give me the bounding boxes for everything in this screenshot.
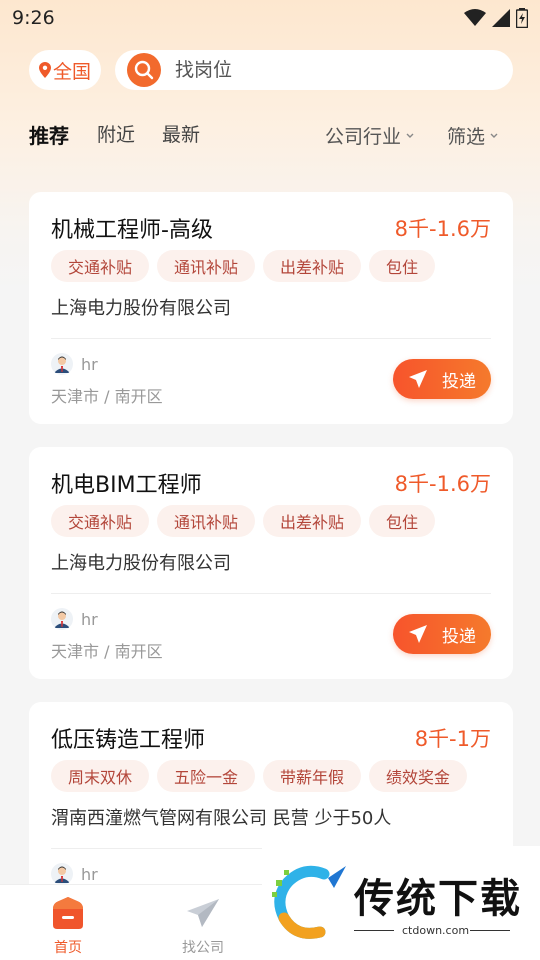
hr-label: hr: [81, 864, 98, 884]
person-icon: [54, 611, 70, 628]
watermark-rule: [354, 930, 394, 931]
tab-recommend[interactable]: 推荐: [29, 120, 69, 149]
apply-button[interactable]: 投递: [393, 614, 491, 654]
job-tags: 周末双休 五险一金 带薪年假 绩效奖金: [51, 760, 491, 792]
job-title: 低压铸造工程师: [51, 728, 206, 753]
job-tags: 交通补贴 通讯补贴 出差补贴 包住: [51, 250, 491, 282]
watermark-title: 传统下载: [354, 876, 522, 922]
battery-icon: [516, 8, 528, 28]
search-input[interactable]: [175, 59, 475, 81]
nav-home-label: 首页: [54, 940, 82, 956]
job-tags: 交通补贴 通讯补贴 出差补贴 包住: [51, 505, 491, 537]
chevron-down-icon: [490, 133, 498, 138]
location-pin-icon: [38, 62, 51, 78]
hr-label: hr: [81, 354, 98, 374]
job-tag: 出差补贴: [263, 505, 362, 537]
person-icon: [54, 356, 70, 373]
industry-filter-label: 公司行业: [325, 126, 402, 148]
job-location: 天津市 / 南开区: [51, 642, 163, 661]
person-icon: [54, 866, 70, 883]
job-location: 天津市 / 南开区: [51, 387, 163, 406]
send-icon: [409, 625, 427, 643]
avatar: [51, 863, 73, 885]
job-card[interactable]: 机械工程师-高级 8千-1.6万 交通补贴 通讯补贴 出差补贴 包住 上海电力股…: [29, 192, 513, 424]
job-card[interactable]: 机电BIM工程师 8千-1.6万 交通补贴 通讯补贴 出差补贴 包住 上海电力股…: [29, 447, 513, 679]
apply-label: 投递: [442, 371, 476, 392]
paper-plane-icon: [187, 899, 219, 927]
search-button[interactable]: [127, 53, 161, 87]
search-row: 全国: [29, 50, 513, 90]
status-bar: 9:26: [0, 0, 540, 36]
chevron-down-icon: [406, 133, 414, 138]
job-tag: 五险一金: [157, 760, 256, 792]
nav-companies[interactable]: 找公司: [163, 897, 243, 957]
signal-icon: [492, 9, 510, 27]
apply-label: 投递: [442, 626, 476, 647]
job-salary: 8千-1万: [414, 727, 491, 751]
watermark: 传统下载 ctdown.com: [262, 846, 540, 960]
watermark-url: ctdown.com: [402, 924, 470, 937]
filter-dropdown[interactable]: 筛选: [447, 122, 499, 149]
tab-bar: 推荐 附近 最新 公司行业 筛选: [29, 120, 511, 152]
location-label: 全国: [52, 60, 91, 83]
job-tag: 交通补贴: [51, 505, 150, 537]
job-title: 机电BIM工程师: [51, 473, 202, 498]
company-name: 渭南西潼燃气管网有限公司 民营 少于50人: [51, 808, 392, 829]
apply-button[interactable]: 投递: [393, 359, 491, 399]
job-title: 机械工程师-高级: [51, 218, 213, 243]
avatar: [51, 608, 73, 630]
watermark-logo: [272, 865, 346, 939]
job-salary: 8千-1.6万: [394, 217, 491, 241]
job-tag: 包住: [369, 505, 436, 537]
tab-latest[interactable]: 最新: [162, 120, 200, 147]
status-time: 9:26: [12, 7, 55, 29]
job-tag: 通讯补贴: [157, 505, 256, 537]
job-tag: 包住: [369, 250, 436, 282]
nav-home[interactable]: 首页: [28, 897, 108, 957]
wifi-icon: [464, 9, 486, 26]
status-icons: [464, 8, 528, 28]
hr-info: hr: [51, 863, 98, 885]
job-tag: 绩效奖金: [369, 760, 468, 792]
tab-nearby[interactable]: 附近: [97, 120, 135, 147]
job-salary: 8千-1.6万: [394, 472, 491, 496]
filter-label: 筛选: [447, 126, 486, 148]
home-icon: [53, 897, 83, 929]
avatar: [51, 353, 73, 375]
job-tag: 通讯补贴: [157, 250, 256, 282]
job-tag: 周末双休: [51, 760, 150, 792]
job-tag: 交通补贴: [51, 250, 150, 282]
hr-info: hr: [51, 608, 98, 630]
watermark-rule: [470, 930, 510, 931]
location-selector[interactable]: 全国: [29, 50, 101, 90]
company-name: 上海电力股份有限公司: [51, 298, 231, 319]
hr-info: hr: [51, 353, 98, 375]
send-icon: [409, 370, 427, 388]
search-icon: [134, 60, 154, 80]
search-box[interactable]: [115, 50, 513, 90]
company-name: 上海电力股份有限公司: [51, 553, 231, 574]
job-tag: 出差补贴: [263, 250, 362, 282]
industry-filter[interactable]: 公司行业: [325, 122, 415, 149]
nav-companies-label: 找公司: [182, 940, 224, 956]
hr-label: hr: [81, 609, 98, 629]
job-tag: 带薪年假: [263, 760, 362, 792]
